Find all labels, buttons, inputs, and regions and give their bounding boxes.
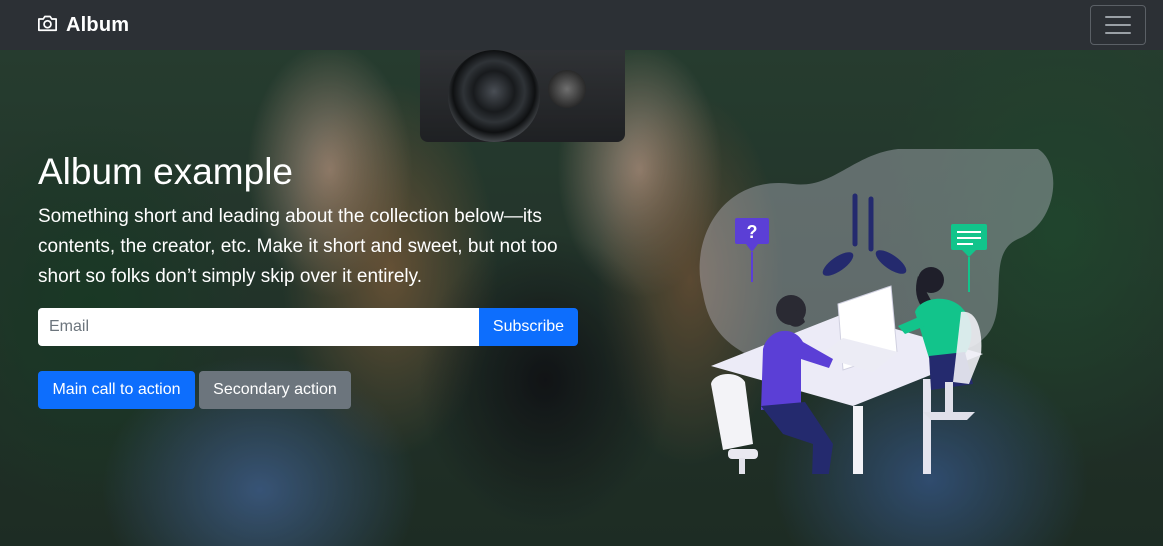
brand-text: Album	[66, 13, 130, 36]
subscribe-form: Subscribe	[38, 308, 578, 346]
hamburger-icon	[1105, 16, 1131, 18]
hero-lead: Something short and leading about the co…	[38, 206, 558, 287]
brand-link[interactable]: Album	[37, 13, 129, 37]
svg-text:?: ?	[747, 222, 758, 242]
navbar-toggler-button[interactable]	[1090, 5, 1146, 45]
people-working-illustration: ?	[699, 149, 1054, 474]
hero-actions: Main call to action Secondary action	[38, 371, 578, 409]
hero-title: Album example	[38, 151, 294, 192]
subscribe-button[interactable]: Subscribe	[479, 308, 578, 346]
camera-icon	[37, 13, 58, 37]
hero-section: Album example Something short and leadin…	[0, 50, 1163, 546]
navbar: Album	[0, 0, 1163, 50]
hamburger-icon	[1105, 32, 1131, 34]
email-input[interactable]	[38, 308, 479, 346]
main-call-to-action-button[interactable]: Main call to action	[38, 371, 195, 409]
hero-content: Album example Something short and leadin…	[38, 150, 578, 409]
secondary-action-button[interactable]: Secondary action	[199, 371, 351, 409]
hamburger-icon	[1105, 24, 1131, 26]
